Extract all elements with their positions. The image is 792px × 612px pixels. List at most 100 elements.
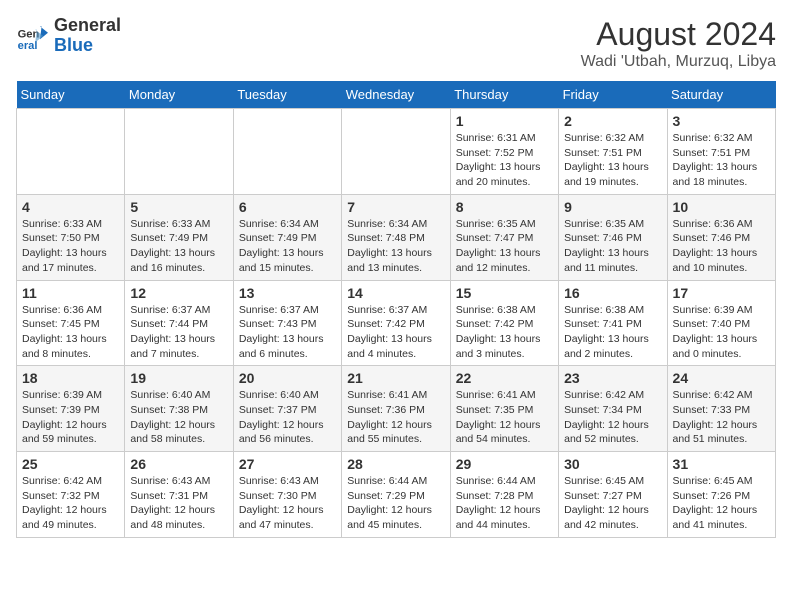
cell-info: Sunrise: 6:42 AM Sunset: 7:34 PM Dayligh…: [564, 388, 661, 447]
calendar-cell: 27 Sunrise: 6:43 AM Sunset: 7:30 PM Dayli…: [233, 452, 341, 538]
calendar-cell: 22 Sunrise: 6:41 AM Sunset: 7:35 PM Dayli…: [450, 366, 558, 452]
day-number: 10: [673, 199, 770, 215]
calendar-cell: 12 Sunrise: 6:37 AM Sunset: 7:44 PM Dayli…: [125, 280, 233, 366]
day-number: 20: [239, 370, 336, 386]
calendar-cell: 28 Sunrise: 6:44 AM Sunset: 7:29 PM Dayli…: [342, 452, 450, 538]
calendar-cell: 5Sunrise: 6:33 AM Sunset: 7:49 PM Daylig…: [125, 194, 233, 280]
cell-info: Sunrise: 6:42 AM Sunset: 7:33 PM Dayligh…: [673, 388, 770, 447]
calendar-cell: 20 Sunrise: 6:40 AM Sunset: 7:37 PM Dayli…: [233, 366, 341, 452]
day-number: 24: [673, 370, 770, 386]
calendar-week-row: 4 Sunrise: 6:33 AM Sunset: 7:50 PM Daylig…: [17, 194, 776, 280]
day-number: 26: [130, 456, 227, 472]
calendar-cell: 8Sunrise: 6:35 AM Sunset: 7:47 PM Daylig…: [450, 194, 558, 280]
cell-info: Sunrise: 6:35 AM Sunset: 7:46 PM Dayligh…: [564, 217, 661, 276]
calendar-cell: 4 Sunrise: 6:33 AM Sunset: 7:50 PM Daylig…: [17, 194, 125, 280]
calendar-cell: 6Sunrise: 6:34 AM Sunset: 7:49 PM Daylig…: [233, 194, 341, 280]
cell-info: Sunrise: 6:41 AM Sunset: 7:36 PM Dayligh…: [347, 388, 444, 447]
logo: Gen eral General Blue: [16, 16, 121, 56]
calendar-title: August 2024: [581, 16, 776, 53]
page-header: Gen eral General Blue August 2024 Wadi '…: [16, 16, 776, 71]
cell-info: Sunrise: 6:40 AM Sunset: 7:37 PM Dayligh…: [239, 388, 336, 447]
logo-line2: Blue: [54, 36, 121, 56]
cell-info: Sunrise: 6:31 AM Sunset: 7:52 PM Dayligh…: [456, 131, 553, 190]
calendar-cell: 31 Sunrise: 6:45 AM Sunset: 7:26 PM Dayli…: [667, 452, 775, 538]
day-number: 12: [130, 285, 227, 301]
calendar-header: SundayMondayTuesdayWednesdayThursdayFrid…: [17, 81, 776, 109]
calendar-cell: 18 Sunrise: 6:39 AM Sunset: 7:39 PM Dayli…: [17, 366, 125, 452]
day-of-week-header: Wednesday: [342, 81, 450, 109]
day-number: 4: [22, 199, 119, 215]
calendar-subtitle: Wadi 'Utbah, Murzuq, Libya: [581, 53, 776, 71]
day-of-week-header: Sunday: [17, 81, 125, 109]
day-number: 25: [22, 456, 119, 472]
svg-text:eral: eral: [18, 40, 38, 52]
cell-info: Sunrise: 6:36 AM Sunset: 7:45 PM Dayligh…: [22, 303, 119, 362]
calendar-cell: 16 Sunrise: 6:38 AM Sunset: 7:41 PM Dayli…: [559, 280, 667, 366]
day-number: 30: [564, 456, 661, 472]
day-number: 11: [22, 285, 119, 301]
calendar-cell: [125, 109, 233, 195]
calendar-cell: 29Sunrise: 6:44 AM Sunset: 7:28 PM Dayli…: [450, 452, 558, 538]
calendar-cell: 15 Sunrise: 6:38 AM Sunset: 7:42 PM Dayli…: [450, 280, 558, 366]
day-number: 22: [456, 370, 553, 386]
cell-info: Sunrise: 6:45 AM Sunset: 7:27 PM Dayligh…: [564, 474, 661, 533]
calendar-cell: 24 Sunrise: 6:42 AM Sunset: 7:33 PM Dayli…: [667, 366, 775, 452]
calendar-cell: 13Sunrise: 6:37 AM Sunset: 7:43 PM Dayli…: [233, 280, 341, 366]
cell-info: Sunrise: 6:34 AM Sunset: 7:48 PM Dayligh…: [347, 217, 444, 276]
calendar-cell: 17 Sunrise: 6:39 AM Sunset: 7:40 PM Dayli…: [667, 280, 775, 366]
calendar-table: SundayMondayTuesdayWednesdayThursdayFrid…: [16, 81, 776, 538]
day-number: 7: [347, 199, 444, 215]
cell-info: Sunrise: 6:43 AM Sunset: 7:31 PM Dayligh…: [130, 474, 227, 533]
calendar-cell: 3 Sunrise: 6:32 AM Sunset: 7:51 PM Daylig…: [667, 109, 775, 195]
cell-info: Sunrise: 6:38 AM Sunset: 7:41 PM Dayligh…: [564, 303, 661, 362]
calendar-cell: 2Sunrise: 6:32 AM Sunset: 7:51 PM Daylig…: [559, 109, 667, 195]
calendar-body: 1 Sunrise: 6:31 AM Sunset: 7:52 PM Daylig…: [17, 109, 776, 538]
cell-info: Sunrise: 6:43 AM Sunset: 7:30 PM Dayligh…: [239, 474, 336, 533]
cell-info: Sunrise: 6:33 AM Sunset: 7:50 PM Dayligh…: [22, 217, 119, 276]
day-of-week-header: Monday: [125, 81, 233, 109]
day-number: 27: [239, 456, 336, 472]
calendar-cell: 30 Sunrise: 6:45 AM Sunset: 7:27 PM Dayli…: [559, 452, 667, 538]
day-number: 31: [673, 456, 770, 472]
cell-info: Sunrise: 6:40 AM Sunset: 7:38 PM Dayligh…: [130, 388, 227, 447]
day-number: 1: [456, 113, 553, 129]
day-number: 18: [22, 370, 119, 386]
cell-info: Sunrise: 6:41 AM Sunset: 7:35 PM Dayligh…: [456, 388, 553, 447]
cell-info: Sunrise: 6:36 AM Sunset: 7:46 PM Dayligh…: [673, 217, 770, 276]
day-number: 3: [673, 113, 770, 129]
cell-info: Sunrise: 6:37 AM Sunset: 7:44 PM Dayligh…: [130, 303, 227, 362]
cell-info: Sunrise: 6:42 AM Sunset: 7:32 PM Dayligh…: [22, 474, 119, 533]
calendar-week-row: 11 Sunrise: 6:36 AM Sunset: 7:45 PM Dayli…: [17, 280, 776, 366]
day-number: 28: [347, 456, 444, 472]
cell-info: Sunrise: 6:44 AM Sunset: 7:29 PM Dayligh…: [347, 474, 444, 533]
day-number: 2: [564, 113, 661, 129]
cell-info: Sunrise: 6:37 AM Sunset: 7:42 PM Dayligh…: [347, 303, 444, 362]
cell-info: Sunrise: 6:32 AM Sunset: 7:51 PM Dayligh…: [673, 131, 770, 190]
calendar-cell: [342, 109, 450, 195]
calendar-cell: [17, 109, 125, 195]
day-of-week-header: Tuesday: [233, 81, 341, 109]
cell-info: Sunrise: 6:39 AM Sunset: 7:39 PM Dayligh…: [22, 388, 119, 447]
day-number: 19: [130, 370, 227, 386]
title-section: August 2024 Wadi 'Utbah, Murzuq, Libya: [581, 16, 776, 71]
day-number: 15: [456, 285, 553, 301]
cell-info: Sunrise: 6:39 AM Sunset: 7:40 PM Dayligh…: [673, 303, 770, 362]
day-number: 14: [347, 285, 444, 301]
calendar-cell: 25 Sunrise: 6:42 AM Sunset: 7:32 PM Dayli…: [17, 452, 125, 538]
cell-info: Sunrise: 6:38 AM Sunset: 7:42 PM Dayligh…: [456, 303, 553, 362]
calendar-cell: [233, 109, 341, 195]
day-of-week-header: Friday: [559, 81, 667, 109]
day-number: 9: [564, 199, 661, 215]
day-number: 5: [130, 199, 227, 215]
calendar-cell: 1 Sunrise: 6:31 AM Sunset: 7:52 PM Daylig…: [450, 109, 558, 195]
day-number: 17: [673, 285, 770, 301]
calendar-cell: 7 Sunrise: 6:34 AM Sunset: 7:48 PM Daylig…: [342, 194, 450, 280]
cell-info: Sunrise: 6:35 AM Sunset: 7:47 PM Dayligh…: [456, 217, 553, 276]
calendar-week-row: 18 Sunrise: 6:39 AM Sunset: 7:39 PM Dayli…: [17, 366, 776, 452]
day-number: 16: [564, 285, 661, 301]
day-number: 23: [564, 370, 661, 386]
calendar-week-row: 25 Sunrise: 6:42 AM Sunset: 7:32 PM Dayli…: [17, 452, 776, 538]
day-number: 29: [456, 456, 553, 472]
cell-info: Sunrise: 6:45 AM Sunset: 7:26 PM Dayligh…: [673, 474, 770, 533]
calendar-cell: 9 Sunrise: 6:35 AM Sunset: 7:46 PM Daylig…: [559, 194, 667, 280]
